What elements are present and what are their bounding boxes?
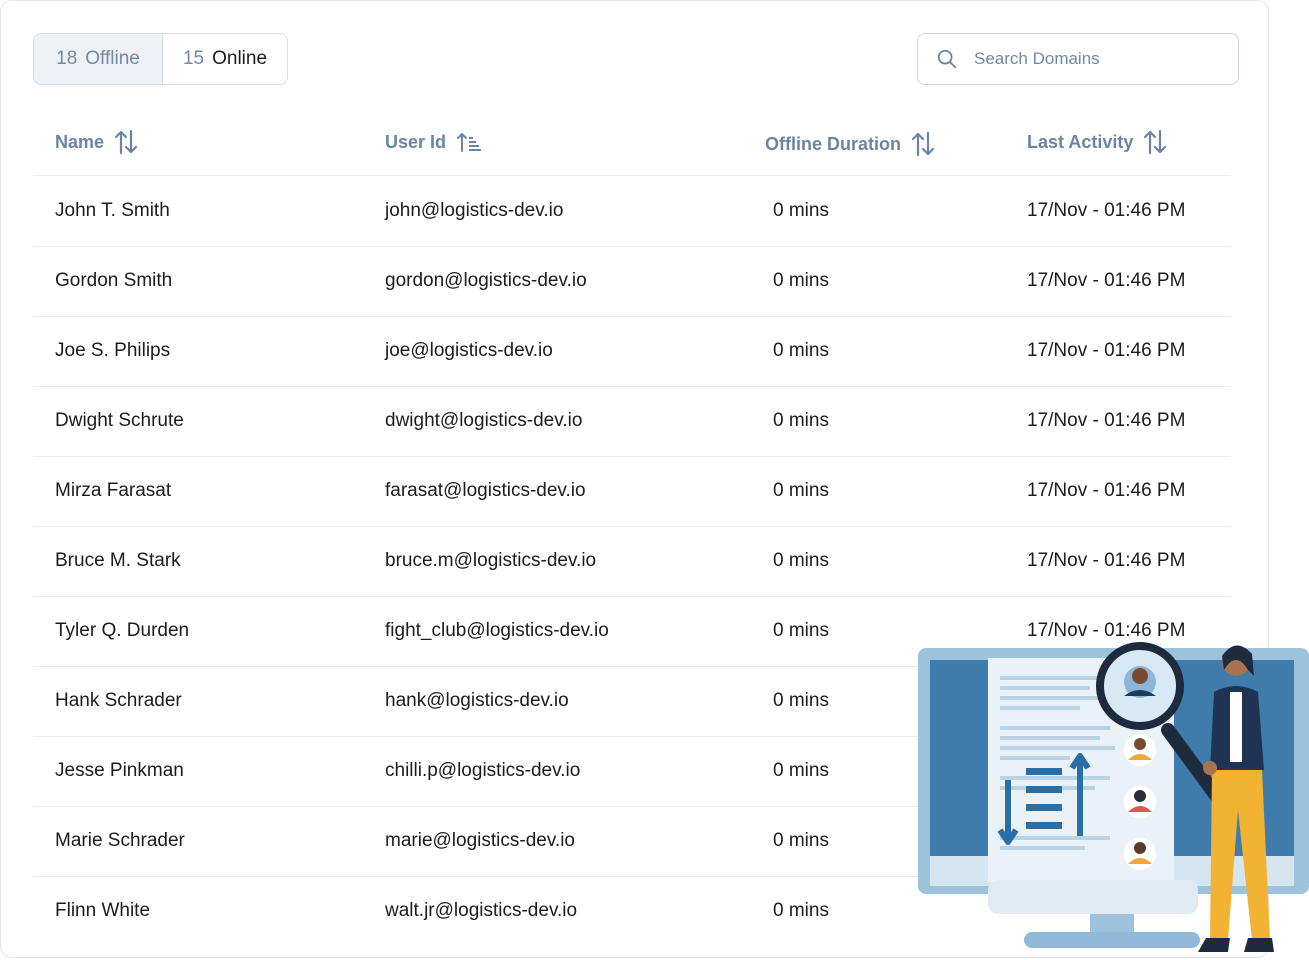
table-row[interactable]: Dwight Schrute dwight@logistics-dev.io 0… <box>33 386 1231 457</box>
column-header-user-id[interactable]: User Id <box>385 109 482 175</box>
cell-user-id: farasat@logistics-dev.io <box>385 480 586 501</box>
cell-name: Gordon Smith <box>55 270 173 291</box>
cell-name: Joe S. Philips <box>55 340 171 361</box>
table-row[interactable]: Bruce M. Stark bruce.m@logistics-dev.io … <box>33 526 1231 597</box>
cell-user-id: dwight@logistics-dev.io <box>385 410 583 431</box>
table-header: Name User Id Offline Duration Last Activ… <box>33 109 1231 176</box>
cell-user-id: hank@logistics-dev.io <box>385 690 569 711</box>
cell-user-id: john@logistics-dev.io <box>385 200 564 221</box>
cell-offline-duration: 0 mins <box>773 830 829 851</box>
cell-last-activity: 17/Nov - 01:46 PM <box>1027 340 1186 361</box>
online-label: Online <box>212 48 268 69</box>
table-row[interactable]: John T. Smith john@logistics-dev.io 0 mi… <box>33 176 1231 247</box>
cell-user-id: bruce.m@logistics-dev.io <box>385 550 597 571</box>
user-search-illustration <box>918 642 1309 952</box>
column-header-name[interactable]: Name <box>55 109 138 175</box>
tab-online[interactable]: 15 Online <box>162 34 287 84</box>
cell-name: Mirza Farasat <box>55 480 172 501</box>
offline-label: Offline <box>85 48 140 69</box>
cell-offline-duration: 0 mins <box>773 480 829 501</box>
cell-user-id: chilli.p@logistics-dev.io <box>385 760 581 781</box>
cell-name: John T. Smith <box>55 200 170 221</box>
column-header-offline-duration[interactable]: Offline Duration <box>765 111 935 177</box>
column-label-offline-duration: Offline Duration <box>765 133 901 154</box>
search-icon <box>937 49 957 69</box>
column-label-name: Name <box>55 131 105 152</box>
cell-name: Tyler Q. Durden <box>55 620 190 641</box>
table-row[interactable]: Gordon Smith gordon@logistics-dev.io 0 m… <box>33 246 1231 317</box>
tab-offline[interactable]: 18 Offline <box>34 34 162 84</box>
offline-count: 18 <box>56 48 78 69</box>
table-row[interactable]: Joe S. Philips joe@logistics-dev.io 0 mi… <box>33 316 1231 387</box>
cell-last-activity: 17/Nov - 01:46 PM <box>1027 480 1186 501</box>
cell-name: Jesse Pinkman <box>55 760 184 781</box>
monitor-stand <box>1024 932 1200 948</box>
cell-offline-duration: 0 mins <box>773 620 829 641</box>
cell-user-id: gordon@logistics-dev.io <box>385 270 587 291</box>
cell-name: Marie Schrader <box>55 830 185 851</box>
sort-arrows-icon[interactable] <box>114 129 138 155</box>
cell-name: Hank Schrader <box>55 690 182 711</box>
status-toggle: 18 Offline 15 Online <box>33 33 288 85</box>
cell-offline-duration: 0 mins <box>773 760 829 781</box>
search-box <box>917 33 1239 85</box>
sort-arrows-icon[interactable] <box>911 131 935 157</box>
cell-last-activity: 17/Nov - 01:46 PM <box>1027 200 1186 221</box>
cell-offline-duration: 0 mins <box>773 270 829 291</box>
sort-ascending-lines-icon[interactable] <box>456 131 482 153</box>
cell-user-id: marie@logistics-dev.io <box>385 830 575 851</box>
table-row[interactable]: Mirza Farasat farasat@logistics-dev.io 0… <box>33 456 1231 527</box>
cell-offline-duration: 0 mins <box>773 900 829 921</box>
profile-avatars <box>1124 734 1156 870</box>
sort-arrows-icon[interactable] <box>1143 129 1167 155</box>
cell-offline-duration: 0 mins <box>773 340 829 361</box>
cell-offline-duration: 0 mins <box>773 690 829 711</box>
column-label-user-id: User Id <box>385 131 447 152</box>
cell-last-activity: 17/Nov - 01:46 PM <box>1027 550 1186 571</box>
cell-last-activity: 17/Nov - 01:46 PM <box>1027 410 1186 431</box>
cell-offline-duration: 0 mins <box>773 200 829 221</box>
column-header-last-activity[interactable]: Last Activity <box>1027 109 1167 175</box>
cell-user-id: fight_club@logistics-dev.io <box>385 620 609 641</box>
cell-offline-duration: 0 mins <box>773 410 829 431</box>
column-label-last-activity: Last Activity <box>1027 131 1134 152</box>
search-input[interactable] <box>972 48 1216 70</box>
online-count: 15 <box>182 48 205 69</box>
cell-name: Bruce M. Stark <box>55 550 181 571</box>
cell-name: Dwight Schrute <box>55 410 184 431</box>
cell-offline-duration: 0 mins <box>773 550 829 571</box>
cell-user-id: walt.jr@logistics-dev.io <box>385 900 578 921</box>
cell-user-id: joe@logistics-dev.io <box>385 340 553 361</box>
cell-name: Flinn White <box>55 900 151 921</box>
cell-last-activity: 17/Nov - 01:46 PM <box>1027 270 1186 291</box>
